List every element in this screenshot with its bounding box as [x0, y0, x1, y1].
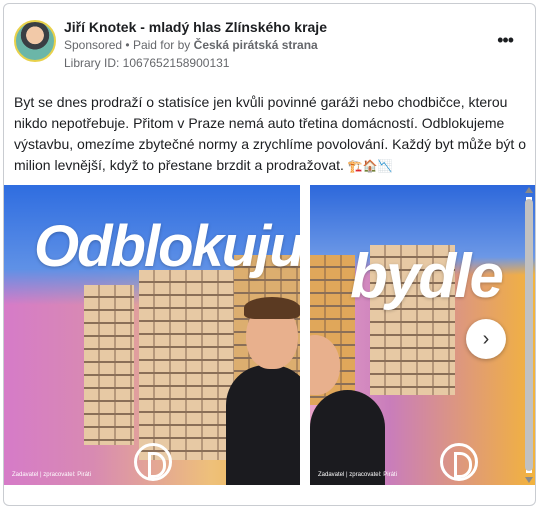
- scroll-thumb[interactable]: [525, 199, 533, 471]
- ad-body-text: Byt se dnes prodraží o statisíce jen kvů…: [14, 94, 526, 173]
- sponsored-label: Sponsored: [64, 38, 123, 52]
- library-id: Library ID: 1067652158900131: [64, 56, 230, 70]
- avatar[interactable]: [14, 20, 56, 62]
- pirate-party-logo: [134, 443, 172, 481]
- slide-headline: bydle: [350, 242, 504, 311]
- paid-for-prefix: Paid for by: [132, 38, 191, 52]
- paid-for-by[interactable]: Česká pirátská strana: [194, 38, 318, 52]
- sponsored-meta: Sponsored • Paid for by Česká pirátská s…: [64, 38, 318, 52]
- page-name[interactable]: Jiří Knotek - mladý hlas Zlínského kraje: [64, 19, 327, 35]
- scroll-down-icon[interactable]: [525, 477, 533, 483]
- building: [139, 270, 234, 460]
- body-emojis: 🏗️🏠📉: [347, 159, 393, 173]
- ad-card: Jiří Knotek - mladý hlas Zlínského kraje…: [3, 3, 536, 506]
- more-options-button[interactable]: •••: [497, 30, 514, 51]
- man-photo: [224, 295, 300, 485]
- building: [84, 285, 134, 445]
- carousel-slide-1[interactable]: Odblokuju Zadavatel | zpracovatel: Pirát…: [4, 185, 300, 485]
- man-photo: [310, 335, 390, 485]
- ad-header: Jiří Knotek - mladý hlas Zlínského kraje…: [14, 16, 525, 76]
- scroll-up-icon[interactable]: [525, 187, 533, 193]
- chevron-right-icon[interactable]: ›: [466, 319, 506, 359]
- meta-separator: •: [125, 38, 130, 52]
- image-carousel[interactable]: Odblokuju Zadavatel | zpracovatel: Pirát…: [4, 185, 535, 485]
- slide-caption: Zadavatel | zpracovatel: Piráti: [12, 472, 91, 478]
- vertical-scrollbar[interactable]: [524, 185, 533, 485]
- pirate-party-logo: [440, 443, 478, 481]
- slide-headline: Odblokuju: [34, 214, 300, 279]
- ad-body: Byt se dnes prodraží o statisíce jen kvů…: [14, 92, 526, 177]
- slide-caption: Zadavatel | zpracovatel: Piráti: [318, 472, 397, 478]
